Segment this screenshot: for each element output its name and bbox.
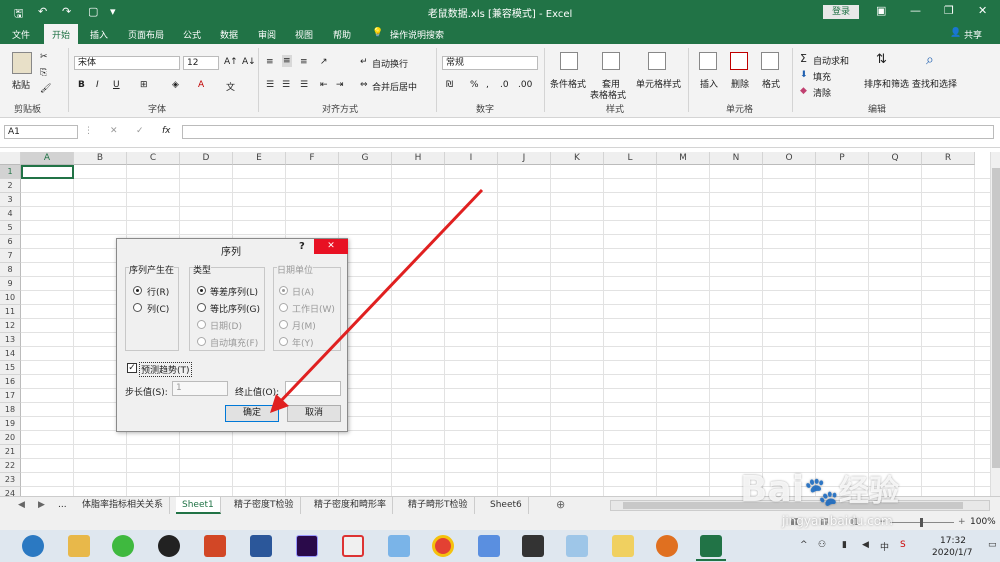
video-editor-icon[interactable] <box>522 535 544 557</box>
sheet-tab[interactable]: 精子密度和畸形率 <box>308 497 394 514</box>
clock-date[interactable]: 2020/1/7 <box>932 548 972 558</box>
powerpoint-icon[interactable] <box>204 535 226 557</box>
file-explorer-icon[interactable] <box>68 535 90 557</box>
zoom-level[interactable]: 100% <box>970 517 996 527</box>
cloud-app-icon[interactable] <box>388 535 410 557</box>
notification-icon[interactable]: ▭ <box>988 540 997 550</box>
network-icon[interactable]: ⚇ <box>818 540 826 550</box>
more-sheets-button[interactable]: ... <box>58 500 67 510</box>
battery-icon[interactable]: ▮ <box>842 540 847 550</box>
wechat-icon[interactable] <box>112 535 134 557</box>
volume-icon[interactable]: ◀ <box>862 540 869 550</box>
input-method-icon[interactable]: 中 <box>880 540 889 553</box>
sheet-tab[interactable]: 精子畸形T检验 <box>402 497 475 514</box>
watermark-logo: Bai🐾经验 <box>740 469 899 510</box>
prev-sheet-icon[interactable]: ◀ <box>18 500 25 510</box>
browser-icon[interactable] <box>22 535 44 557</box>
excel-active-indicator <box>696 559 726 561</box>
qq-icon[interactable] <box>158 535 180 557</box>
clipboard-app-icon[interactable] <box>612 535 634 557</box>
music-app-icon[interactable] <box>656 535 678 557</box>
sogou-icon[interactable]: S <box>900 540 906 550</box>
add-sheet-icon[interactable]: ⊕ <box>556 498 565 511</box>
tray-chevron-icon[interactable]: ^ <box>800 540 808 550</box>
sheet-tab[interactable]: 体脂率指标相关关系 <box>76 497 171 514</box>
word-icon[interactable] <box>250 535 272 557</box>
premiere-icon[interactable] <box>296 535 318 557</box>
zoom-slider[interactable] <box>890 518 954 527</box>
chrome-icon[interactable] <box>432 535 454 557</box>
sheet-tab[interactable]: Sheet6 <box>484 497 529 514</box>
sheet-tab[interactable]: 精子密度T检验 <box>228 497 301 514</box>
notes-icon[interactable] <box>566 535 588 557</box>
excel-taskbar-icon[interactable] <box>700 535 722 557</box>
watermark-url: jingyan.baidu.com <box>782 514 893 528</box>
zoom-in-icon[interactable]: + <box>958 517 966 527</box>
zoom-slider-thumb[interactable] <box>920 518 923 527</box>
windows-taskbar <box>0 530 1000 562</box>
clock-time[interactable]: 17:32 <box>940 536 966 546</box>
sheet-tab-active[interactable]: Sheet1 <box>176 497 221 514</box>
wps-icon[interactable] <box>342 535 364 557</box>
next-sheet-icon[interactable]: ▶ <box>38 500 45 510</box>
feishu-icon[interactable] <box>478 535 500 557</box>
